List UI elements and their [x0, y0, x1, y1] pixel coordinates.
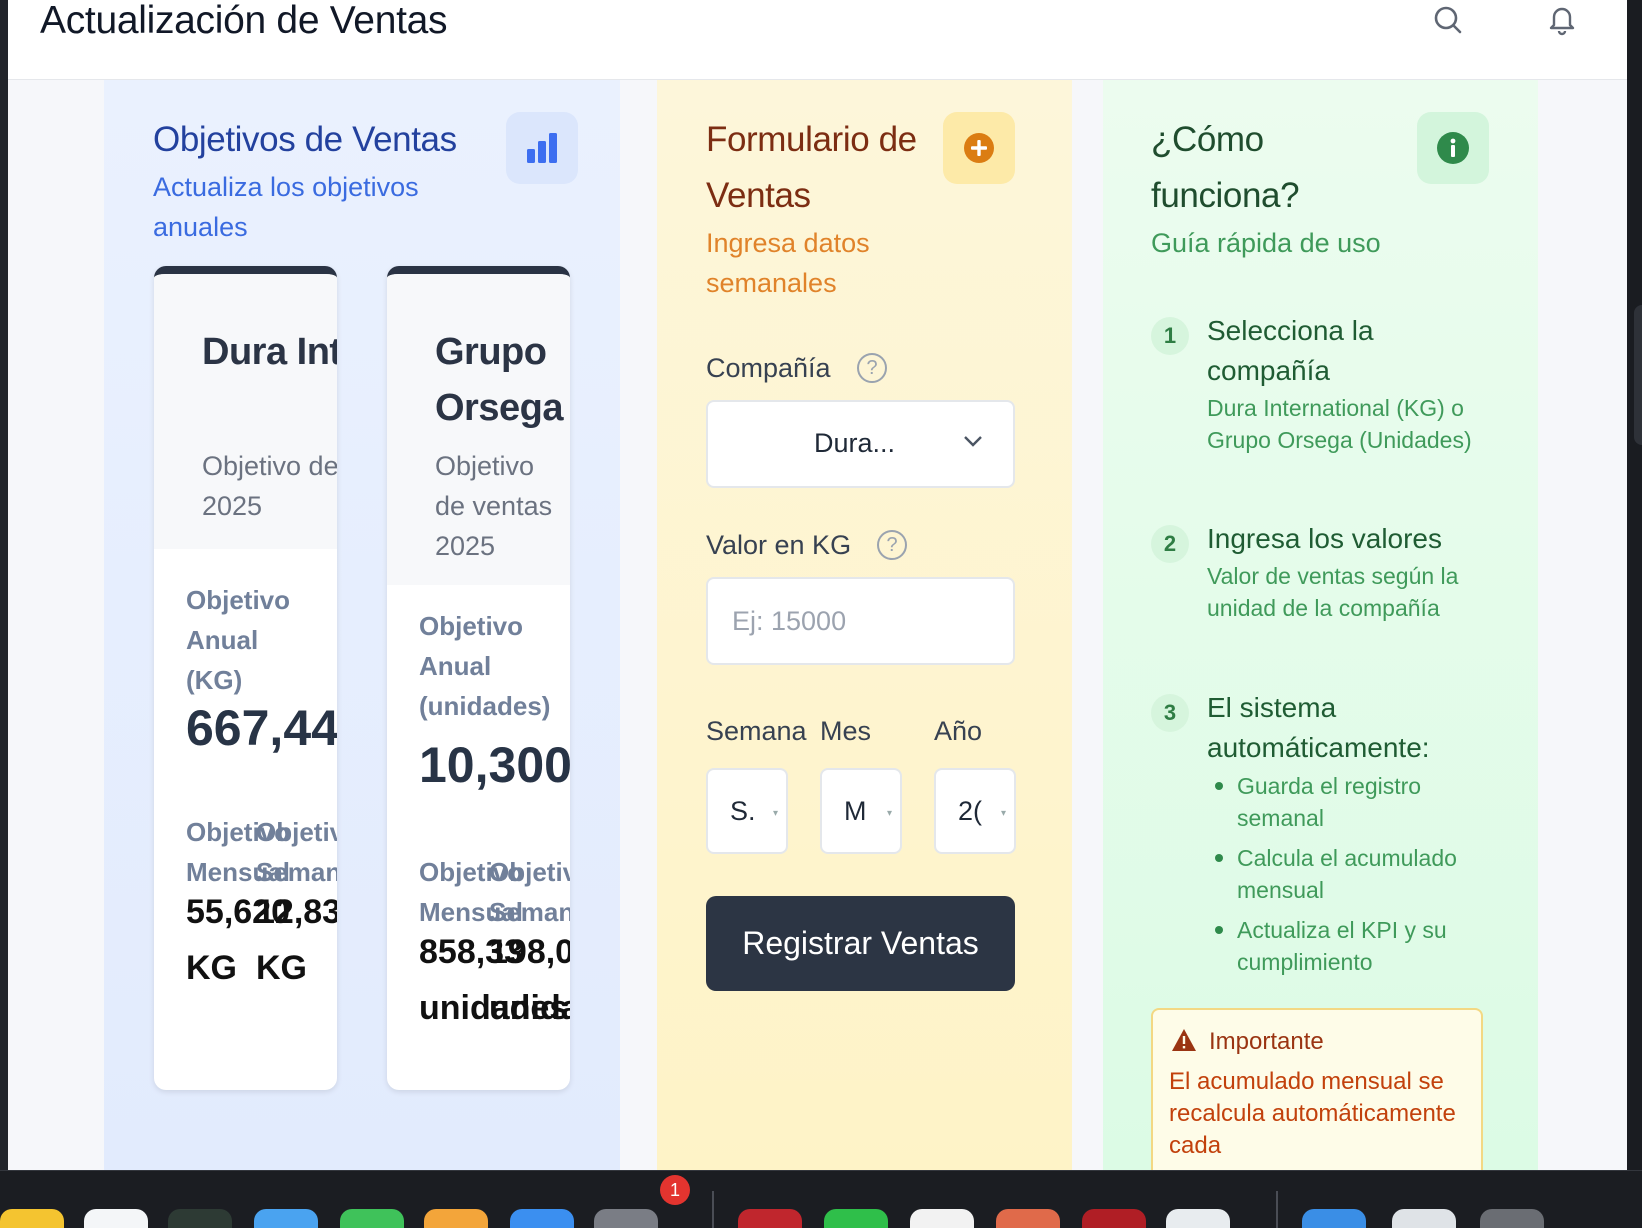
chrome-app-icon[interactable] — [910, 1209, 974, 1228]
plus-circle-icon — [943, 112, 1015, 184]
dura-objective-card: Dura International Objetivo de ventas 20… — [154, 266, 337, 1090]
month-label: Mes — [820, 716, 872, 746]
app-window: Actualización de Ventas Objetivos de Ven… — [8, 0, 1627, 1170]
objectives-panel: Objetivos de Ventas Actualiza los objeti… — [104, 80, 620, 1170]
step-number: 3 — [1151, 694, 1189, 732]
important-note: Importante El acumulado mensual se recal… — [1151, 1008, 1483, 1170]
pdf-app-icon[interactable] — [1082, 1209, 1146, 1228]
card-description: Objetivo de ventas 2025 — [202, 451, 337, 521]
important-title: Importante — [1209, 1028, 1324, 1055]
weekly-value: 198,0 unidades — [489, 933, 570, 1027]
weekly-label: Objetivo Semanal — [256, 817, 337, 887]
form-subtitle: Ingresa datos semanales — [706, 228, 870, 298]
step-description: Valor de ventas según la unidad de la co… — [1207, 563, 1459, 621]
chevron-down-icon — [963, 434, 983, 453]
year-select-value: 2( — [958, 795, 983, 826]
company-label: Compañía — [706, 353, 831, 383]
app-store-icon[interactable] — [510, 1209, 574, 1228]
company-select-value: Dura... — [814, 428, 896, 458]
slack-app-icon[interactable] — [996, 1209, 1060, 1228]
whatsapp-app-icon[interactable] — [824, 1209, 888, 1228]
notes-app-icon[interactable] — [0, 1209, 64, 1228]
year-label: Año — [934, 716, 983, 746]
list-item: Actualiza el KPI y su cumplimiento — [1213, 914, 1483, 978]
search-icon[interactable] — [1430, 2, 1466, 38]
annual-value: 667,44 — [186, 700, 337, 756]
terminal-app-icon[interactable] — [168, 1209, 232, 1228]
annual-label: Objetivo Anual (unidades) — [419, 611, 551, 721]
calendar-app-icon[interactable] — [84, 1209, 148, 1228]
company-name: Dura International — [202, 331, 337, 373]
important-text: El acumulado mensual se recalcula automá… — [1169, 1068, 1456, 1159]
card-description: Objetivo de ventas 2025 — [435, 451, 553, 561]
list-item: Guarda el registro semanal — [1213, 770, 1483, 834]
step-title: Selecciona la compañía — [1207, 315, 1374, 386]
month-select[interactable]: M ▾ — [820, 768, 902, 854]
chevron-down-icon: ▾ — [886, 808, 892, 819]
preview-app-icon[interactable] — [254, 1209, 318, 1228]
warning-icon — [1171, 1028, 1197, 1057]
info-icon — [1417, 112, 1489, 184]
trash-icon[interactable] — [1480, 1209, 1544, 1228]
keynote-app-icon[interactable] — [424, 1209, 488, 1228]
objectives-title: Objetivos de Ventas — [153, 120, 457, 159]
chevron-down-icon: ▾ — [772, 808, 778, 819]
dock-separator — [1276, 1191, 1278, 1228]
step-title: El sistema automáticamente: — [1207, 692, 1430, 763]
bell-icon[interactable] — [1544, 2, 1580, 38]
value-input[interactable]: Ej: 15000 — [706, 577, 1015, 665]
downloads-app-icon[interactable] — [1166, 1209, 1230, 1228]
company-select[interactable]: Dura... — [706, 400, 1015, 488]
register-sales-button[interactable]: Registrar Ventas — [706, 896, 1015, 991]
company-name: Grupo Orsega — [435, 331, 563, 429]
step-description: Dura International (KG) o Grupo Orsega (… — [1207, 395, 1472, 453]
sales-form-panel: Formulario de Ventas Ingresa datos seman… — [657, 80, 1072, 1170]
week-select[interactable]: S. ▾ — [706, 768, 788, 854]
year-select[interactable]: 2( ▾ — [934, 768, 1016, 854]
annual-label: Objetivo Anual (KG) — [186, 585, 291, 695]
guide-title: ¿Cómo funciona? — [1151, 120, 1300, 215]
top-bar: Actualización de Ventas — [8, 0, 1627, 80]
step-title: Ingresa los valores — [1207, 523, 1443, 554]
settings-app-icon[interactable] — [594, 1209, 658, 1228]
weekly-value: 12,83 KG — [256, 893, 337, 987]
scanner-app-icon[interactable] — [738, 1209, 802, 1228]
value-input-placeholder: Ej: 15000 — [732, 605, 847, 636]
objectives-subtitle: Actualiza los objetivos anuales — [153, 172, 419, 242]
screenshots-folder-icon[interactable] — [1392, 1209, 1456, 1228]
guide-panel: ¿Cómo funciona? Guía rápida de uso 1 Sel… — [1103, 80, 1538, 1170]
page-title: Actualización de Ventas — [40, 0, 448, 42]
week-select-value: S. — [730, 795, 756, 826]
dock: 1 — [0, 1170, 1642, 1228]
month-select-value: M — [844, 795, 867, 826]
desktop-edge — [0, 0, 8, 1170]
step-bullets: Guarda el registro semanal Calcula el ac… — [1213, 770, 1483, 986]
list-item: Calcula el acumulado mensual — [1213, 842, 1483, 906]
desktop-edge-right — [1627, 0, 1642, 1170]
numbers-app-icon[interactable] — [340, 1209, 404, 1228]
folder-icon[interactable] — [1302, 1209, 1366, 1228]
annual-value: 10,300 — [419, 737, 570, 793]
chevron-down-icon: ▾ — [1000, 808, 1006, 819]
dock-separator — [712, 1191, 714, 1228]
week-label: Semana — [706, 716, 807, 746]
form-title: Formulario de Ventas — [706, 120, 917, 215]
bar-chart-icon — [506, 112, 578, 184]
weekly-label: Objetivo Semanal — [489, 857, 570, 927]
step-number: 2 — [1151, 525, 1189, 563]
guide-subtitle: Guía rápida de uso — [1151, 228, 1381, 258]
step-number: 1 — [1151, 317, 1189, 355]
notification-badge: 1 — [660, 1175, 690, 1205]
help-icon[interactable]: ? — [877, 530, 907, 560]
orsega-objective-card: Grupo Orsega Objetivo de ventas 2025 Obj… — [387, 266, 570, 1090]
value-label: Valor en KG — [706, 530, 852, 560]
help-icon[interactable]: ? — [857, 353, 887, 383]
